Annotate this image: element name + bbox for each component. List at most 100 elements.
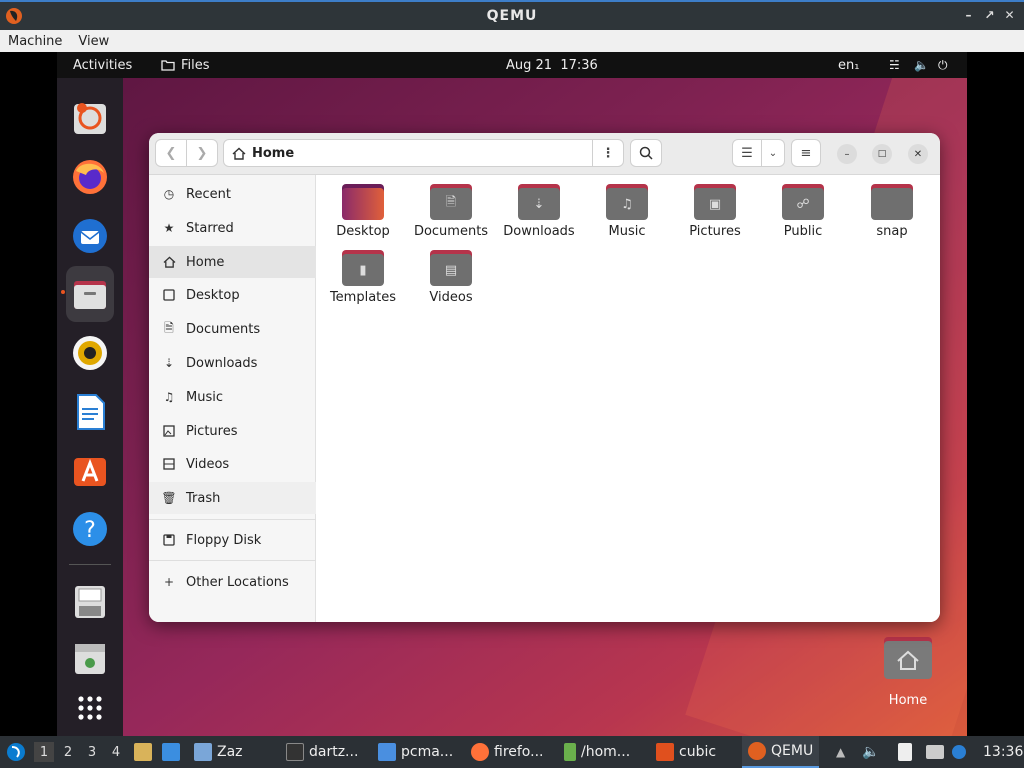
dock-files[interactable] (61, 266, 114, 322)
restore-icon[interactable]: ↗ (983, 8, 997, 22)
back-button[interactable]: ❮ (155, 139, 187, 167)
sidebar-item-trash[interactable]: 🗑 Trash (149, 482, 316, 514)
trash-icon (75, 644, 105, 674)
dock-app-center[interactable] (66, 446, 114, 494)
menu-machine[interactable]: Machine (0, 34, 70, 49)
show-apps-button[interactable] (66, 684, 114, 732)
main-menu-button[interactable]: ≡ (791, 139, 821, 167)
workspace-2[interactable]: 2 (58, 742, 78, 762)
maximize-window-button[interactable]: □ (872, 144, 892, 164)
video-icon (162, 457, 176, 471)
sidebar-item-label: Videos (186, 456, 230, 472)
minimize-icon[interactable]: – (962, 8, 976, 22)
view-options-button[interactable]: ⌄ (761, 139, 785, 167)
activities-button[interactable]: Activities (73, 58, 132, 73)
sidebar-item-label: Desktop (186, 287, 240, 303)
clock-time: 17:36 (560, 57, 598, 73)
task-zaz[interactable]: Zaz (194, 736, 243, 768)
power-icon[interactable]: ⏻ (938, 58, 948, 73)
folder-snap[interactable]: snap (852, 184, 932, 239)
menu-view[interactable]: View (70, 34, 117, 49)
header-bar: ❮ ❯ Home ⋮ ☰ ⌄ ≡ – □ ✕ (149, 133, 940, 175)
clock[interactable]: Aug 21 17:36 (506, 58, 598, 73)
app-grid-icon (78, 696, 102, 720)
forward-button[interactable]: ❯ (186, 139, 218, 167)
view-list-button[interactable]: ☰ (732, 139, 762, 167)
tray-network[interactable] (926, 736, 949, 768)
info-icon (952, 745, 966, 759)
firefox-icon (73, 160, 107, 194)
folder-desktop[interactable]: Desktop (323, 184, 403, 239)
file-view: Desktop 🗎 Documents ⇣ Downloads ♫ Music … (316, 175, 940, 622)
workspace-3[interactable]: 3 (82, 742, 102, 762)
task-pcmanfm[interactable]: pcma... (378, 736, 453, 768)
dock-rhythmbox[interactable] (66, 329, 114, 377)
location-menu-button[interactable]: ⋮ (592, 139, 624, 167)
dock-floppy[interactable] (66, 578, 114, 626)
folder-videos[interactable]: ▤ Videos (411, 250, 491, 305)
sidebar-item-starred[interactable]: ★ Starred (149, 212, 316, 244)
dock-help[interactable]: ? (66, 505, 114, 553)
folder-music[interactable]: ♫ Music (587, 184, 667, 239)
sidebar-item-floppy[interactable]: Floppy Disk (149, 524, 316, 556)
sidebar-item-documents[interactable]: 🗎 Documents (149, 313, 316, 345)
clock-date: Aug 21 (506, 57, 553, 73)
minimize-window-button[interactable]: – (837, 144, 857, 164)
sidebar-item-downloads[interactable]: ⇣ Downloads (149, 347, 316, 379)
files-window: ❮ ❯ Home ⋮ ☰ ⌄ ≡ – □ ✕ ◷ Recent ★ Starred … (149, 133, 940, 622)
sidebar-item-label: Recent (186, 186, 231, 202)
sidebar-item-music[interactable]: ♫ Music (149, 381, 316, 413)
templates-folder-icon: ▮ (342, 250, 384, 286)
dock-writer[interactable] (66, 388, 114, 436)
music-folder-icon: ♫ (606, 184, 648, 220)
close-window-button[interactable]: ✕ (908, 144, 928, 164)
task-label: QEMU (771, 743, 814, 759)
sidebar-item-home[interactable]: Home (149, 246, 316, 278)
task-qemu[interactable]: QEMU (742, 736, 820, 768)
dock-thunderbird[interactable] (66, 212, 114, 260)
folder-documents[interactable]: 🗎 Documents (411, 184, 491, 239)
app-menu[interactable]: Files (161, 58, 210, 73)
tray-updates[interactable]: ▲ (836, 736, 845, 768)
public-folder-icon: ☍ (782, 184, 824, 220)
qemu-title-bar: QEMU – ↗ ✕ (0, 0, 1024, 30)
volume-icon[interactable]: 🔈 (914, 58, 929, 72)
svg-text:?: ? (84, 518, 96, 543)
dock-installer[interactable] (66, 94, 114, 142)
sidebar-item-pictures[interactable]: Pictures (149, 415, 316, 447)
taskbar-clock[interactable]: 13:36 (983, 736, 1023, 768)
folder-downloads[interactable]: ⇣ Downloads (499, 184, 579, 239)
tray-clipboard[interactable] (898, 736, 917, 768)
desktop-home-icon[interactable]: Home (875, 635, 941, 708)
sidebar-item-recent[interactable]: ◷ Recent (149, 178, 316, 210)
network-icon[interactable]: ☵ (889, 58, 900, 72)
dock-firefox[interactable] (66, 153, 114, 201)
start-menu-button[interactable] (6, 736, 26, 768)
folder-templates[interactable]: ▮ Templates (323, 250, 403, 305)
clock-icon: ◷ (163, 187, 175, 201)
task-terminal[interactable]: dartz... (286, 736, 358, 768)
folder-pictures[interactable]: ▣ Pictures (675, 184, 755, 239)
input-source[interactable]: en₁ (838, 58, 859, 73)
sidebar-item-desktop[interactable]: Desktop (149, 279, 316, 311)
tray-notification[interactable] (952, 736, 971, 768)
sidebar-item-videos[interactable]: Videos (149, 448, 316, 480)
minimize-icon: – (844, 148, 850, 160)
task-cubic[interactable]: cubic (656, 736, 716, 768)
close-icon[interactable]: ✕ (1003, 8, 1017, 22)
task-label: cubic (679, 744, 717, 760)
workspace-1[interactable]: 1 (34, 742, 54, 762)
dock-trash[interactable] (66, 634, 114, 682)
sidebar-separator (149, 560, 316, 561)
task-editor[interactable]: /hom... (564, 736, 630, 768)
quicklaunch-desktop[interactable] (162, 736, 185, 768)
sidebar-item-other-locations[interactable]: + Other Locations (149, 566, 316, 598)
task-firefox[interactable]: firefo... (471, 736, 543, 768)
search-button[interactable] (630, 139, 662, 167)
folder-public[interactable]: ☍ Public (763, 184, 843, 239)
quicklaunch-files[interactable] (134, 736, 157, 768)
location-bar[interactable]: Home (223, 139, 593, 167)
sidebar: ◷ Recent ★ Starred Home Desktop 🗎 Documents… (149, 175, 316, 622)
tray-volume[interactable]: 🔈 (862, 736, 879, 768)
workspace-4[interactable]: 4 (106, 742, 126, 762)
